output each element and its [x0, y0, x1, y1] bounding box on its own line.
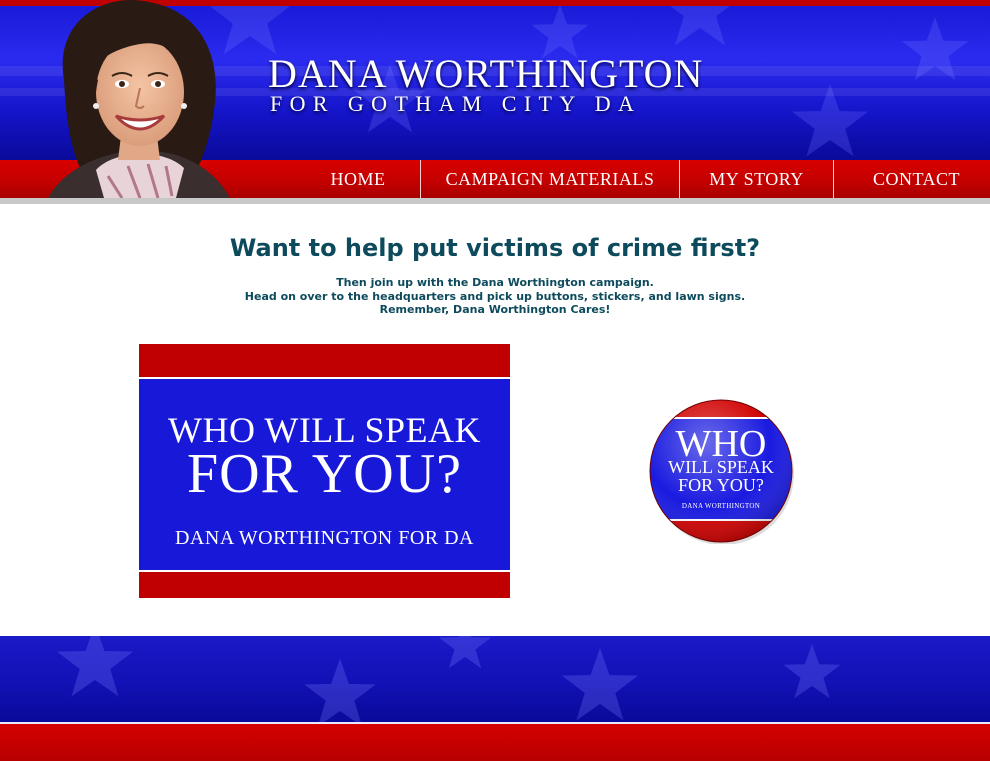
intro-text: Then join up with the Dana Worthington c… [0, 276, 990, 317]
button-line-3: FOR YOU? [678, 475, 764, 495]
nav-item-contact[interactable]: CONTACT [834, 160, 990, 198]
header-bottom-rule [0, 198, 990, 204]
nav-item-campaign-materials[interactable]: CAMPAIGN MATERIALS [421, 160, 679, 198]
footer-star-pattern [56, 636, 841, 722]
intro-line: Head on over to the headquarters and pic… [244, 289, 746, 303]
button-line-4: DANA WORTHINGTON [681, 502, 761, 510]
intro-line: Remember, Dana Worthington Cares! [379, 303, 611, 316]
candidate-portrait [48, 0, 230, 198]
intro-line: Then join up with the Dana Worthington c… [336, 276, 654, 289]
site-footer [0, 636, 990, 761]
sign-line-2: FOR YOU? [186, 443, 463, 505]
campaign-button-image: WHO WILL SPEAK FOR YOU? DANA WORTHINGTON [648, 398, 794, 544]
site-title: DANA WORTHINGTON [268, 51, 704, 96]
footer-red-band [0, 724, 990, 761]
sign-red-stripe [139, 344, 510, 377]
nav-item-my-story[interactable]: MY STORY [680, 160, 833, 198]
sign-red-stripe [139, 572, 510, 598]
page-headline: Want to help put victims of crime first? [229, 234, 761, 262]
site-header: DANA WORTHINGTON FOR GOTHAM CITY DA HOME… [0, 0, 990, 204]
nav-item-home[interactable]: HOME [296, 160, 420, 198]
main-nav: HOME CAMPAIGN MATERIALS MY STORY CONTACT [296, 160, 990, 198]
button-line-2: WILL SPEAK [668, 457, 774, 477]
lawn-sign-image: WHO WILL SPEAK FOR YOU? DANA WORTHINGTON… [139, 344, 510, 598]
sign-line-3: DANA WORTHINGTON FOR DA [174, 527, 474, 549]
site-subtitle: FOR GOTHAM CITY DA [270, 91, 642, 116]
